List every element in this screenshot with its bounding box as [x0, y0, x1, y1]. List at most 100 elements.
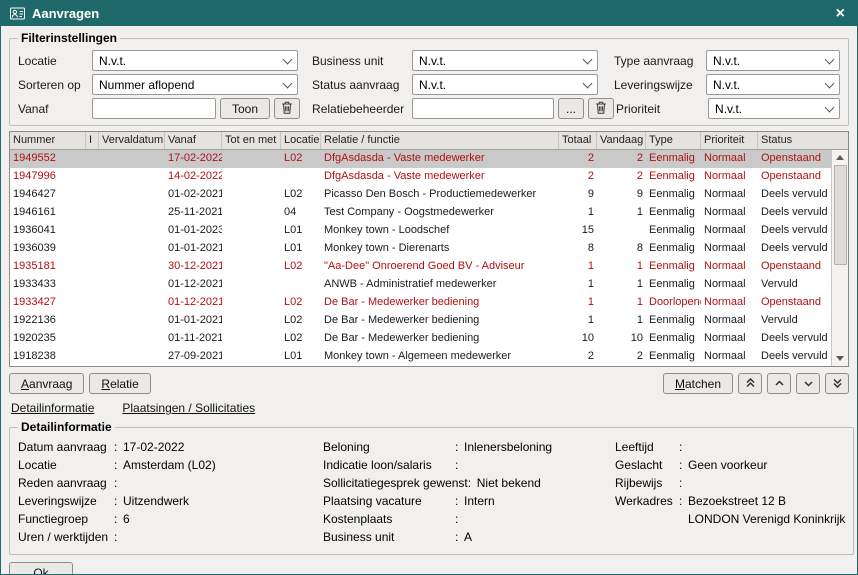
detail-label: Geslacht — [615, 458, 679, 472]
cell-relatie-functie: DfgAsdasda - Vaste medewerker — [321, 168, 559, 186]
cell-status: Openstaand — [758, 150, 831, 168]
column-header-type[interactable]: Type — [646, 132, 701, 149]
cell-vanaf: 01-02-2021 — [165, 186, 222, 204]
titlebar[interactable]: Aanvragen × — [1, 1, 857, 26]
ok-button[interactable]: Ok — [9, 562, 73, 574]
tab-plaatsingen-sollicitaties[interactable]: Plaatsingen / Sollicitaties — [122, 401, 255, 415]
column-header-relatie-functie[interactable]: Relatie / functie — [321, 132, 559, 149]
cell-vervaldatum — [99, 330, 165, 348]
cell-vandaag: 9 — [597, 186, 646, 204]
table-row[interactable]: 193518130-12-2021L02"Aa-Dee" Onroerend G… — [10, 258, 831, 276]
table-row[interactable]: 194642701-02-2021L02Picasso Den Bosch - … — [10, 186, 831, 204]
footer-row: Ok — [9, 562, 849, 574]
table-row[interactable]: 192213601-01-2021L02De Bar - Medewerker … — [10, 312, 831, 330]
column-header-vanaf[interactable]: Vanaf — [165, 132, 222, 149]
column-header-tot-en-met[interactable]: Tot en met — [222, 132, 281, 149]
chevron-down-icon — [825, 78, 835, 88]
chevron-down-icon — [803, 377, 814, 391]
table-row[interactable]: 191823827-09-2021L01Monkey town - Algeme… — [10, 348, 831, 366]
cell-vanaf: 14-02-2022 — [165, 168, 222, 186]
cell-locatie: L02 — [281, 186, 321, 204]
column-header-locatie[interactable]: Locatie — [281, 132, 321, 149]
detail-label: Functiegroep — [18, 512, 114, 526]
ellipsis-label: ... — [566, 102, 576, 116]
sorteren-op-select[interactable]: Nummer aflopend — [92, 74, 298, 95]
column-header-nummer[interactable]: Nummer — [10, 132, 86, 149]
aanvraag-button[interactable]: Aanvraag — [9, 373, 84, 394]
detail-column-3: Leeftijd:Geslacht:Geen voorkeurRijbewijs… — [615, 438, 845, 546]
record-previous-button[interactable] — [767, 373, 791, 394]
column-header-totaal[interactable]: Totaal — [559, 132, 597, 149]
cell-vanaf: 01-11-2021 — [165, 330, 222, 348]
table-row[interactable]: 193342701-12-2021L02De Bar - Medewerker … — [10, 294, 831, 312]
detail-row: LONDON Verenigd Koninkrijk — [615, 510, 845, 528]
table-row[interactable]: 194955217-02-2022L02DfgAsdasda - Vaste m… — [10, 150, 831, 168]
cell-totaal: 1 — [559, 294, 597, 312]
cell-locatie: 04 — [281, 204, 321, 222]
table-row[interactable]: 192023501-11-2021L02De Bar - Medewerker … — [10, 330, 831, 348]
table-row[interactable]: 193604101-01-2023L01Monkey town - Loodsc… — [10, 222, 831, 240]
clear-vanaf-button[interactable] — [274, 98, 300, 119]
column-header-i[interactable]: I — [86, 132, 99, 149]
aanvraag-button-label: Aanvraag — [21, 377, 72, 391]
status-aanvraag-select[interactable]: N.v.t. — [412, 74, 598, 95]
cell-i — [86, 222, 99, 240]
record-next-button[interactable] — [796, 373, 820, 394]
cell-prioriteit: Normaal — [701, 240, 758, 258]
clear-relatiebeheerder-button[interactable] — [588, 98, 614, 119]
scroll-down-arrow[interactable] — [832, 351, 848, 366]
scrollbar-thumb[interactable] — [834, 165, 847, 265]
table-row[interactable]: 1936039 01-01-2021 L01Monkey town - Dieren… — [10, 240, 831, 258]
column-header-vandaag[interactable]: Vandaag — [597, 132, 646, 149]
cell-vervaldatum — [99, 240, 165, 258]
actions-row: Aanvraag Relatie Matchen — [9, 373, 849, 394]
tab-detailinformatie[interactable]: Detailinformatie — [11, 401, 94, 415]
cell-prioriteit: Normaal — [701, 204, 758, 222]
detail-label: Uren / werktijden — [18, 530, 114, 544]
matchen-button[interactable]: Matchen — [663, 373, 733, 394]
vertical-scrollbar[interactable] — [831, 150, 848, 366]
relatie-button[interactable]: Relatie — [89, 373, 150, 394]
cell-vanaf: 17-02-2022 — [165, 150, 222, 168]
table-row[interactable]: 194616125-11-202104Test Company - Oogstm… — [10, 204, 831, 222]
relatiebeheerder-browse-button[interactable]: ... — [558, 98, 584, 119]
detail-information-legend: Detailinformatie — [18, 420, 115, 434]
detail-value: Niet bekend — [477, 476, 541, 490]
cell-nummer: 1936041 — [10, 222, 86, 240]
cell-vervaldatum — [99, 222, 165, 240]
close-icon[interactable]: × — [833, 6, 848, 22]
detail-column-2: Beloning:InlenersbeloningIndicatie loon/… — [323, 438, 615, 546]
cell-i — [86, 240, 99, 258]
scroll-up-arrow[interactable] — [832, 150, 848, 165]
table-row[interactable]: 193343301-12-2021ANWB - Administratief m… — [10, 276, 831, 294]
detail-row: Leveringswijze:Uitzendwerk — [18, 492, 323, 510]
prioriteit-select[interactable]: N.v.t. — [708, 98, 840, 119]
cell-relatie-functie: Monkey town - Dierenarts — [321, 240, 559, 258]
prioriteit-value: N.v.t. — [715, 102, 821, 116]
column-header-prioriteit[interactable]: Prioriteit — [701, 132, 758, 149]
cell-status: Openstaand — [758, 258, 831, 276]
relatiebeheerder-input[interactable] — [412, 98, 554, 119]
leveringswijze-select[interactable]: N.v.t. — [706, 74, 840, 95]
detail-value: 6 — [123, 512, 130, 526]
locatie-select[interactable]: N.v.t. — [92, 50, 298, 71]
cell-prioriteit: Normaal — [701, 186, 758, 204]
cell-vanaf: 01-01-2021 — [165, 240, 222, 258]
business-unit-select[interactable]: N.v.t. — [412, 50, 598, 71]
detail-row: Rijbewijs: — [615, 474, 845, 492]
record-first-button[interactable] — [738, 373, 762, 394]
cell-tot-en-met — [222, 348, 281, 366]
detail-label: Reden aanvraag — [18, 476, 114, 490]
column-header-status[interactable]: Status — [758, 132, 848, 149]
cell-vanaf: 01-01-2021 — [165, 312, 222, 330]
vanaf-input[interactable] — [92, 98, 216, 119]
column-header-vervaldatum[interactable]: Vervaldatum — [99, 132, 165, 149]
cell-locatie: L01 — [281, 240, 321, 258]
table-row[interactable]: 194799614-02-2022DfgAsdasda - Vaste mede… — [10, 168, 831, 186]
record-last-button[interactable] — [825, 373, 849, 394]
toon-button[interactable]: Toon — [220, 98, 270, 119]
cell-vandaag: 2 — [597, 168, 646, 186]
detail-label: Beloning — [323, 440, 455, 454]
type-aanvraag-select[interactable]: N.v.t. — [706, 50, 840, 71]
cell-nummer: 1936039 — [10, 240, 86, 258]
